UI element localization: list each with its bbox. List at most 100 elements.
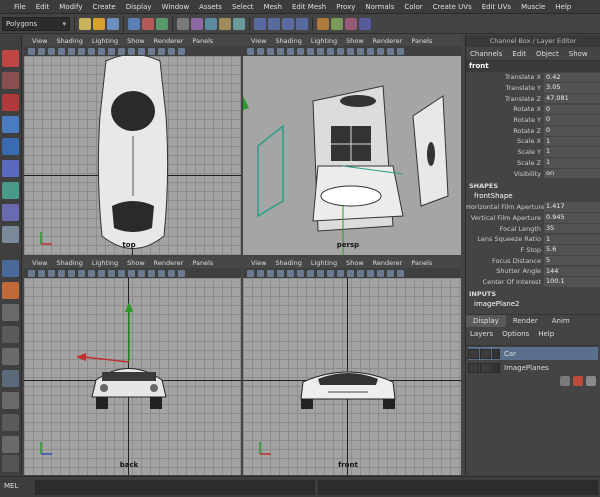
channel-value[interactable]: 1.417 [544,202,600,212]
viewport-menu-shading[interactable]: Shading [56,37,82,45]
scale-tool-icon[interactable] [2,160,19,177]
viewport-menu-lighting[interactable]: Lighting [311,37,337,45]
viewport-menu-renderer[interactable]: Renderer [154,37,184,45]
menu-create[interactable]: Create [92,3,115,11]
layout-stacked-icon[interactable] [2,392,19,409]
snap-grid-icon[interactable] [254,17,266,30]
channel-row[interactable]: Scale Z1 [466,158,600,169]
viewport-menu-view[interactable]: View [32,37,47,45]
channel-row[interactable]: Scale X1 [466,136,600,147]
channel-value[interactable]: 1 [544,158,600,168]
menu-file[interactable]: File [14,3,26,11]
layer-menu-help[interactable]: Help [538,330,554,338]
layer-menu-options[interactable]: Options [502,330,529,338]
viewport-menu-lighting[interactable]: Lighting [311,259,337,267]
layout-graph-icon[interactable] [2,348,19,365]
viewport-menu-view[interactable]: View [251,259,266,267]
viewport-menu-lighting[interactable]: Lighting [92,259,118,267]
history-icon[interactable] [317,17,329,30]
tab-anim[interactable]: Anim [545,315,577,327]
menu-create-uvs[interactable]: Create UVs [433,3,472,11]
input-node-name[interactable]: imagePlane2 [466,299,600,310]
paint-select-icon[interactable] [2,94,19,111]
layer-row[interactable]: ImagePlanes [468,361,598,375]
layer-type-toggle[interactable] [480,348,491,359]
move-tool-icon[interactable] [2,116,19,133]
viewport-menu-lighting[interactable]: Lighting [92,37,118,45]
viewport-menu-shading[interactable]: Shading [56,259,82,267]
layout-hypershade-icon[interactable] [2,370,19,387]
render-frame-icon[interactable] [331,17,343,30]
channel-value[interactable]: 100.1 [544,277,600,287]
layout-custom-icon[interactable] [2,455,19,472]
viewport-menu-panels[interactable]: Panels [192,37,213,45]
mask-face-icon[interactable] [205,17,217,30]
save-scene-icon[interactable] [107,17,119,30]
channel-row[interactable]: Horizontal Film Aperture 1.417 [466,202,600,213]
snap-point-icon[interactable] [282,17,294,30]
mel-input[interactable] [35,480,315,495]
layer-visibility-toggle[interactable] [468,362,479,373]
viewport-front[interactable]: View Shading Lighting Show Renderer Panels fr… [243,257,461,475]
menu-select[interactable]: Select [232,3,254,11]
channel-menu-edit[interactable]: Edit [512,50,526,58]
delete-layer-icon[interactable] [586,376,596,386]
layout-four-icon[interactable] [2,282,19,299]
layer-visibility-toggle[interactable] [468,348,479,359]
channel-value[interactable]: 1 [544,136,600,147]
select-component-icon[interactable] [156,17,168,30]
viewport-top[interactable]: View Shading Lighting Show Renderer Panels to… [24,35,241,255]
channel-value[interactable]: 1 [544,147,600,157]
channel-row[interactable]: Shutter Angle 144 [466,266,600,277]
viewport-menu-shading[interactable]: Shading [275,259,301,267]
tab-display[interactable]: Display [466,315,506,328]
channel-value[interactable]: 0 [544,115,600,125]
viewport-menu-renderer[interactable]: Renderer [373,259,403,267]
menu-mesh[interactable]: Mesh [264,3,282,11]
menu-modify[interactable]: Modify [59,3,82,11]
menu-set-selector[interactable]: Polygons [2,16,70,31]
ipr-render-icon[interactable] [345,17,357,30]
new-layer-icon[interactable] [560,376,570,386]
channel-row[interactable]: Vertical Film Aperture 0.945 [466,213,600,224]
channel-row[interactable]: Lens Squeeze Ratio 1 [466,234,600,245]
viewport-menu-show[interactable]: Show [346,37,364,45]
channel-row[interactable]: F Stop 5.6 [466,245,600,256]
select-object-icon[interactable] [142,17,154,30]
menu-color[interactable]: Color [404,3,422,11]
layer-menu-layers[interactable]: Layers [470,330,493,338]
layout-render-icon[interactable] [2,414,19,431]
shape-node-name[interactable]: frontShape [466,191,600,202]
viewport-menu-show[interactable]: Show [127,259,145,267]
menu-edit-mesh[interactable]: Edit Mesh [292,3,326,11]
channel-row[interactable]: Translate X 0.42 [466,72,600,83]
layer-color-icon[interactable] [492,362,500,373]
channel-value[interactable]: 5 [544,255,600,266]
channel-row[interactable]: Translate Z 47.081 [466,93,600,104]
menu-edit[interactable]: Edit [36,3,50,11]
new-scene-icon[interactable] [79,17,91,30]
channel-row[interactable]: Rotate X0 [466,104,600,115]
viewport-back[interactable]: View Shading Lighting Show Renderer Panels ba… [24,257,241,475]
channel-row[interactable]: Translate Y 3.05 [466,83,600,94]
open-scene-icon[interactable] [93,17,105,30]
mask-misc-icon[interactable] [233,17,245,30]
channel-value[interactable]: 3.05 [544,83,600,93]
channel-value[interactable]: 1 [544,234,600,245]
snap-plane-icon[interactable] [296,17,308,30]
menu-display[interactable]: Display [126,3,152,11]
layer-color-icon[interactable] [492,348,500,359]
mask-uv-icon[interactable] [219,17,231,30]
channel-menu-object[interactable]: Object [536,50,559,58]
layer-type-toggle[interactable] [480,362,491,373]
channel-row[interactable]: Rotate Z0 [466,125,600,136]
layout-single-icon[interactable] [2,260,19,277]
menu-proxy[interactable]: Proxy [336,3,355,11]
channel-value[interactable]: 0.42 [544,72,600,83]
manipulator-tool-icon[interactable] [2,182,19,199]
viewport-menu-view[interactable]: View [251,37,266,45]
render-settings-icon[interactable] [359,17,371,30]
channel-row[interactable]: Rotate Y0 [466,115,600,126]
layout-outliner-icon[interactable] [2,326,19,343]
snap-curve-icon[interactable] [268,17,280,30]
